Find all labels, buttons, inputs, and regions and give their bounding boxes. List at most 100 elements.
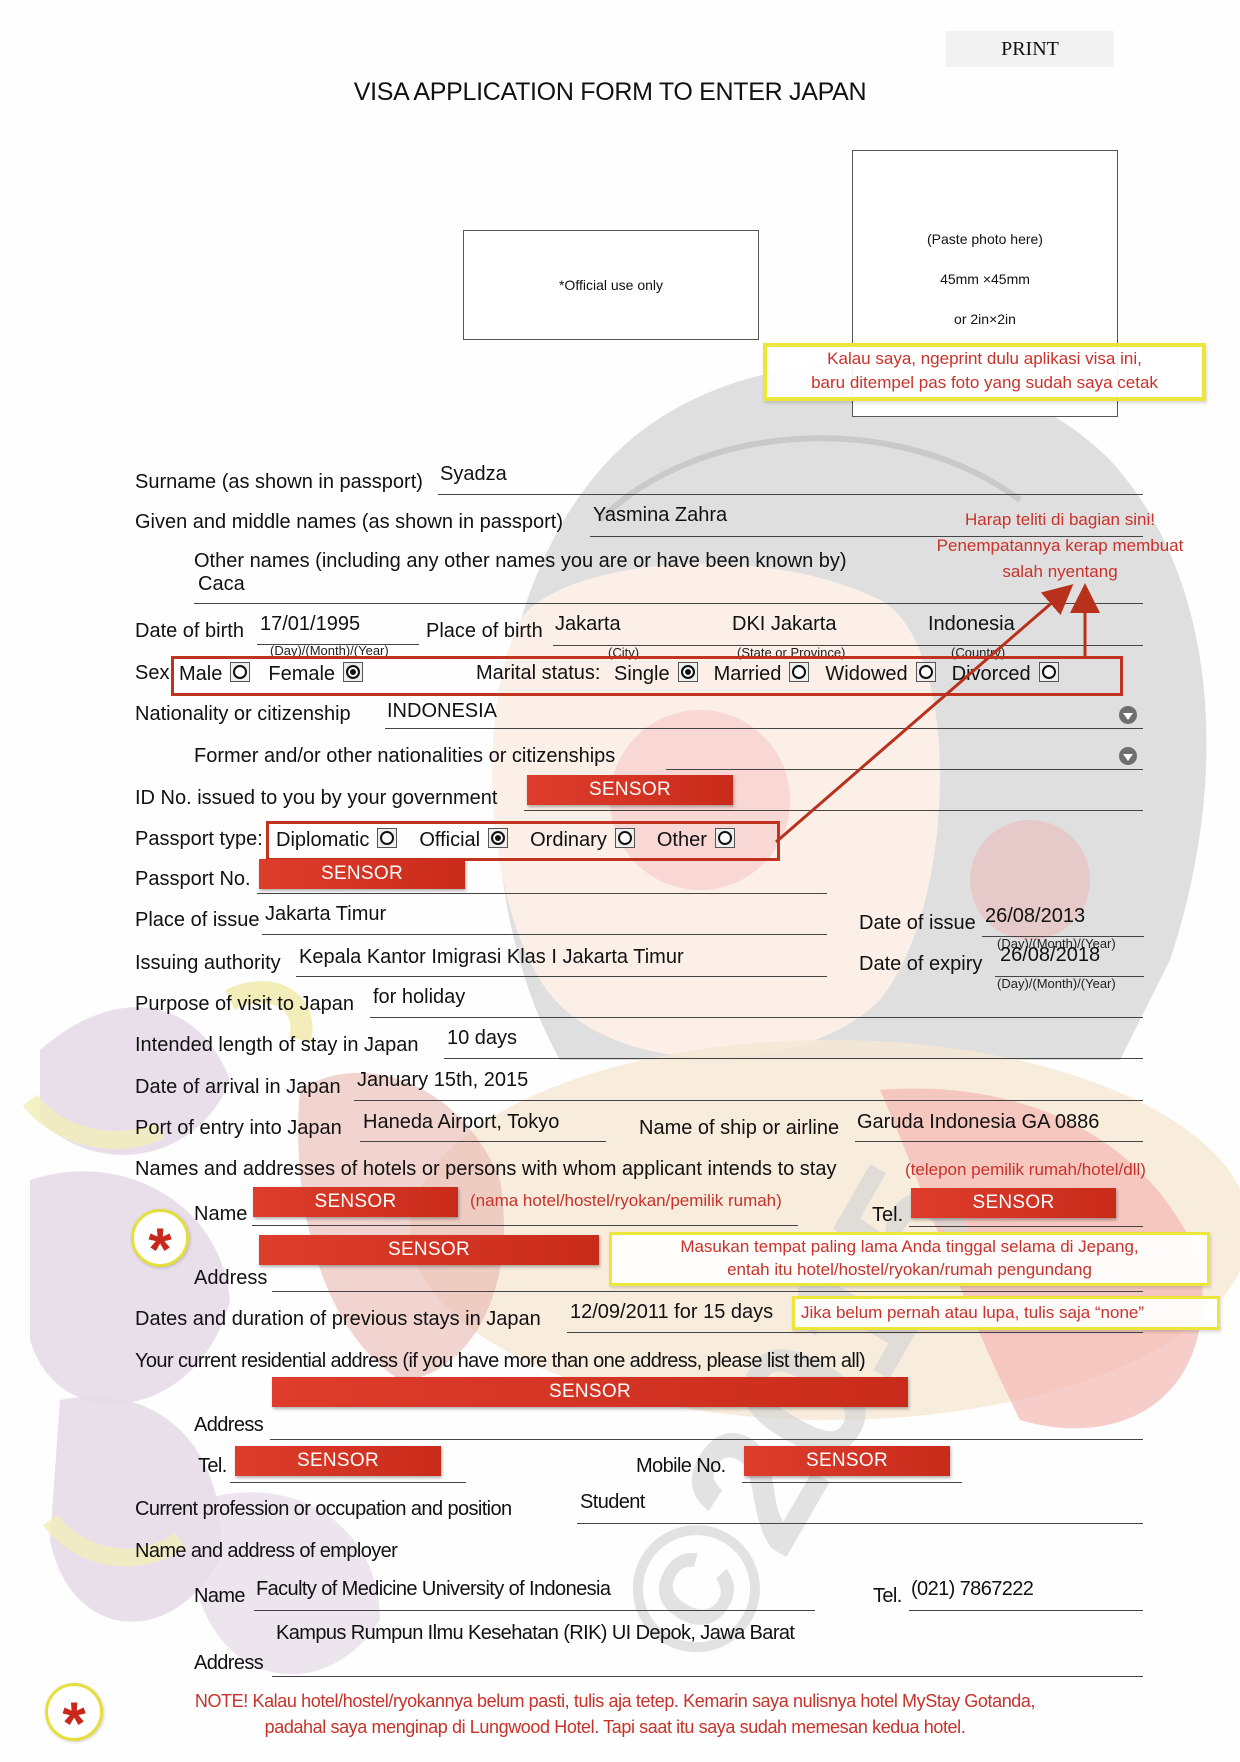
previous-stays-field[interactable]: 12/09/2011 for 15 days <box>570 1301 773 1324</box>
port-of-entry-underline <box>360 1141 606 1142</box>
nationality-select[interactable]: INDONESIA <box>387 700 497 723</box>
passport-other-radio[interactable] <box>714 828 735 848</box>
surname-field[interactable]: Syadza <box>440 463 507 486</box>
id-no-redacted: SENSOR <box>527 775 733 805</box>
passport-diplomatic-radio[interactable] <box>377 828 398 848</box>
sex-option-female[interactable]: Female <box>268 662 364 686</box>
footer-note-line1: NOTE! Kalau hotel/hostel/ryokannya belum… <box>194 1691 1036 1711</box>
residential-tel-label: Tel. <box>198 1455 227 1477</box>
place-of-birth-label: Place of birth <box>426 620 543 642</box>
place-of-issue-label: Place of issue <box>135 909 260 931</box>
checkbox-annotation-line3: salah nyentang <box>1002 562 1118 581</box>
passport-option-diplomatic[interactable]: Diplomatic <box>276 828 398 852</box>
svg-text:©2015: ©2015 <box>577 1135 1018 1697</box>
place-of-birth-state-field[interactable]: DKI Jakarta <box>732 613 836 636</box>
airline-field[interactable]: Garuda Indonesia GA 0886 <box>857 1111 1099 1134</box>
issuing-authority-field[interactable]: Kepala Kantor Imigrasi Klas I Jakarta Ti… <box>299 946 684 969</box>
hotel-name-annotation: (nama hotel/hostel/ryokan/pemilik rumah) <box>470 1191 782 1210</box>
purpose-field[interactable]: for holiday <box>373 986 465 1009</box>
mobile-label: Mobile No. <box>636 1455 726 1477</box>
hotel-address-label: Address <box>194 1267 268 1289</box>
issuing-authority-underline <box>296 976 827 977</box>
passport-option-ordinary[interactable]: Ordinary <box>530 828 635 852</box>
sex-radio-group: Male Female <box>179 662 364 686</box>
marital-option-divorced[interactable]: Divorced <box>952 662 1059 686</box>
length-of-stay-field[interactable]: 10 days <box>447 1027 517 1050</box>
marital-option-married[interactable]: Married <box>714 662 810 686</box>
hotel-name-label: Name <box>194 1203 248 1225</box>
arrival-date-field[interactable]: January 15th, 2015 <box>357 1069 528 1092</box>
sex-male-radio[interactable] <box>230 662 251 682</box>
purpose-underline <box>370 1017 1143 1018</box>
previous-stays-annotation: Jika belum pernah atau lupa, tulis saja … <box>792 1296 1220 1330</box>
profession-label: Current profession or occupation and pos… <box>135 1498 512 1520</box>
date-of-birth-label: Date of birth <box>135 620 244 642</box>
residential-label: Your current residential address (if you… <box>135 1350 866 1372</box>
sex-female-radio[interactable] <box>343 662 364 682</box>
checkbox-annotation: Harap teliti di bagian sini! Penempatann… <box>910 507 1210 585</box>
hotel-address-annotation: Masukan tempat paling lama Anda tinggal … <box>609 1232 1210 1286</box>
employer-address-underline <box>272 1676 1143 1677</box>
airline-label: Name of ship or airline <box>639 1117 840 1139</box>
passport-option-other[interactable]: Other <box>657 828 735 852</box>
employer-address-label: Address <box>194 1652 264 1674</box>
other-names-underline <box>194 603 1143 604</box>
passport-option-official[interactable]: Official <box>419 828 509 852</box>
given-names-field[interactable]: Yasmina Zahra <box>593 504 727 527</box>
surname-underline <box>438 494 1143 495</box>
former-nationality-underline <box>666 769 1143 770</box>
official-use-label: *Official use only <box>558 277 663 293</box>
marital-divorced-radio[interactable] <box>1038 662 1059 682</box>
residential-tel-redacted: SENSOR <box>235 1446 441 1476</box>
marital-status-label: Marital status: <box>476 662 601 684</box>
place-of-issue-field[interactable]: Jakarta Timur <box>265 903 386 926</box>
nationality-underline <box>385 728 1143 729</box>
date-of-issue-label: Date of issue <box>859 912 976 934</box>
place-of-issue-underline <box>262 934 827 935</box>
purpose-label: Purpose of visit to Japan <box>135 993 355 1015</box>
port-of-entry-field[interactable]: Haneda Airport, Tokyo <box>363 1111 559 1134</box>
sex-label: Sex: <box>135 662 176 684</box>
marital-option-widowed[interactable]: Widowed <box>825 662 936 686</box>
nationality-label: Nationality or citizenship <box>135 703 351 725</box>
passport-type-radio-group: Diplomatic Official Ordinary Other <box>276 828 735 852</box>
previous-stays-label: Dates and duration of previous stays in … <box>135 1308 541 1330</box>
nationality-dropdown-icon[interactable] <box>1119 706 1137 724</box>
arrival-date-label: Date of arrival in Japan <box>135 1076 341 1098</box>
residential-address-underline <box>270 1439 1143 1440</box>
date-of-expiry-label: Date of expiry <box>859 953 983 975</box>
employer-name-field[interactable]: Faculty of Medicine University of Indone… <box>256 1578 611 1601</box>
place-of-birth-city-field[interactable]: Jakarta <box>555 613 621 636</box>
footer-note: NOTE! Kalau hotel/hostel/ryokannya belum… <box>110 1688 1120 1740</box>
hotel-tel-redacted: SENSOR <box>911 1188 1116 1218</box>
date-of-birth-field[interactable]: 17/01/1995 <box>260 613 360 636</box>
hotel-address-annotation-line1: Masukan tempat paling lama Anda tinggal … <box>680 1237 1139 1256</box>
id-no-underline <box>524 810 1143 811</box>
passport-no-redacted: SENSOR <box>259 859 465 889</box>
employer-address-field[interactable]: Kampus Rumpun Ilmu Kesehatan (RIK) UI De… <box>276 1622 795 1645</box>
date-of-issue-field[interactable]: 26/08/2013 <box>985 905 1085 928</box>
residential-address-label: Address <box>194 1414 264 1436</box>
profession-field[interactable]: Student <box>580 1491 645 1514</box>
other-names-label: Other names (including any other names y… <box>194 550 847 572</box>
photo-annotation-line2: baru ditempel pas foto yang sudah saya c… <box>811 373 1158 392</box>
place-of-birth-country-field[interactable]: Indonesia <box>928 613 1015 636</box>
hotel-name-underline <box>252 1225 798 1226</box>
marital-married-radio[interactable] <box>789 662 810 682</box>
page-title: VISA APPLICATION FORM TO ENTER JAPAN <box>353 78 867 106</box>
passport-ordinary-radio[interactable] <box>614 828 635 848</box>
passport-official-radio[interactable] <box>488 828 509 848</box>
marital-option-single[interactable]: Single <box>614 662 698 686</box>
passport-type-label: Passport type: <box>135 828 263 850</box>
other-names-field[interactable]: Caca <box>198 573 245 596</box>
surname-label: Surname (as shown in passport) <box>135 471 423 493</box>
marital-single-radio[interactable] <box>677 662 698 682</box>
airline-underline <box>855 1141 1143 1142</box>
marital-widowed-radio[interactable] <box>915 662 936 682</box>
former-nationality-dropdown-icon[interactable] <box>1119 747 1137 765</box>
previous-stays-underline <box>567 1332 1143 1333</box>
sex-option-male[interactable]: Male <box>179 662 251 686</box>
date-of-expiry-field[interactable]: 26/08/2018 <box>1000 944 1100 967</box>
print-button[interactable]: PRINT <box>946 31 1114 67</box>
employer-tel-field[interactable]: (021) 7867222 <box>911 1578 1034 1601</box>
